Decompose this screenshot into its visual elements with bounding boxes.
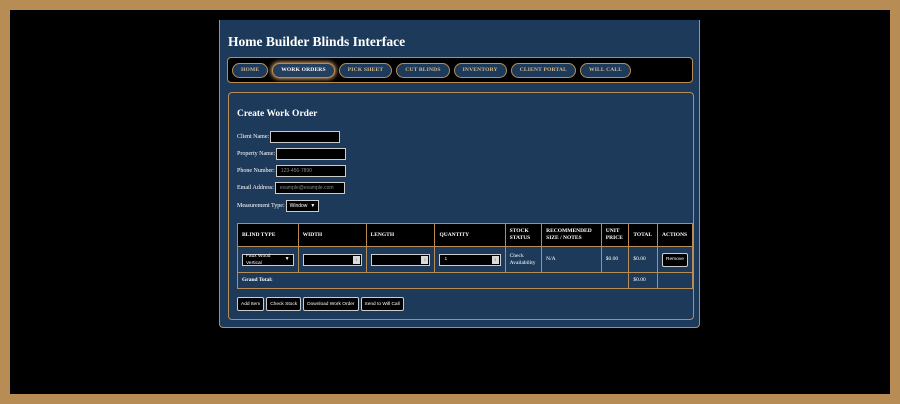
width-cell: ↕	[297, 246, 367, 273]
email-row: Email Address: example@example.com	[237, 182, 345, 194]
send-to-will-call-button[interactable]: Send to Will Call	[360, 297, 404, 311]
nav-client-portal[interactable]: CLIENT PORTAL	[510, 62, 577, 78]
phone-row: Phone Number: 123-456-7890	[237, 165, 346, 177]
actions-bar: Add Item Check Stock Download Work Order…	[237, 297, 404, 311]
check-stock-button[interactable]: Check Stock	[266, 297, 302, 311]
page-frame: Home Builder Blinds Interface HOME WORK …	[10, 10, 890, 394]
nav-will-call[interactable]: WILL CALL	[580, 62, 632, 78]
grand-total-empty	[657, 272, 693, 289]
property-name-input[interactable]	[276, 148, 347, 160]
quantity-cell: 1 ↕	[434, 246, 506, 273]
length-cell: ↕	[365, 246, 436, 273]
chevron-down-icon: ▼	[310, 203, 316, 209]
recommended-cell: N/A	[541, 246, 602, 273]
app-title: Home Builder Blinds Interface	[228, 34, 406, 49]
spinner-icon[interactable]: ↕	[491, 255, 499, 264]
work-order-panel: Create Work Order Client Name: Property …	[228, 92, 694, 320]
measurement-select[interactable]: Window ▼	[285, 200, 320, 212]
header-total: TOTAL	[628, 223, 659, 247]
grand-total-row: Grand Total: $0.00	[236, 272, 693, 289]
header-actions: ACTIONS	[657, 223, 693, 247]
add-item-button[interactable]: Add Item	[237, 297, 265, 311]
app-container: Home Builder Blinds Interface HOME WORK …	[219, 20, 700, 328]
download-work-order-button[interactable]: Download Work Order	[303, 297, 359, 311]
blind-type-cell: Faux Wood Vertical ▼	[237, 246, 299, 273]
quantity-input[interactable]: 1 ↕	[439, 253, 501, 266]
stock-status-cell: Check Availability	[504, 246, 543, 273]
phone-input[interactable]: 123-456-7890	[275, 165, 346, 177]
grand-total-label: Grand Total:	[236, 272, 630, 289]
blind-type-value: Faux Wood Vertical	[246, 253, 271, 266]
header-unit-price: UNIT PRICE	[600, 223, 630, 247]
items-table: BLIND TYPE WIDTH LENGTH QUANTITY STOCK S…	[236, 223, 693, 289]
email-input[interactable]: example@example.com	[274, 182, 345, 194]
panel-title: Create Work Order	[237, 109, 318, 119]
measurement-label: Measurement Type:	[237, 203, 285, 209]
header-recommended: RECOMMENDED SIZE / NOTES	[541, 223, 602, 247]
property-name-row: Property Name:	[237, 148, 347, 160]
grand-total-value: $0.00	[628, 272, 659, 289]
total-cell: $0.00	[628, 246, 659, 273]
spinner-icon[interactable]: ↕	[421, 255, 429, 264]
nav-pick-sheet[interactable]: PICK SHEET	[338, 62, 393, 78]
header-blind-type: BLIND TYPE	[237, 223, 299, 247]
quantity-value: 1	[444, 257, 448, 262]
measurement-value: Window	[289, 203, 308, 209]
actions-cell: Remove	[657, 246, 693, 273]
header-stock-status: STOCK STATUS	[504, 223, 543, 247]
width-input[interactable]: ↕	[302, 253, 362, 266]
blind-type-select[interactable]: Faux Wood Vertical ▼	[242, 253, 294, 266]
email-label: Email Address:	[237, 185, 274, 191]
length-input[interactable]: ↕	[370, 253, 431, 266]
phone-label: Phone Number:	[237, 168, 275, 174]
header-length: LENGTH	[365, 223, 436, 247]
nav-cut-blinds[interactable]: CUT BLINDS	[396, 62, 450, 78]
client-name-row: Client Name:	[237, 131, 341, 143]
table-row: Faux Wood Vertical ▼ ↕ ↕ 1 ↕ Check Avail…	[237, 246, 693, 273]
chevron-down-icon: ▼	[284, 256, 290, 262]
spinner-icon[interactable]: ↕	[352, 255, 360, 264]
property-name-label: Property Name:	[237, 151, 276, 157]
header-width: WIDTH	[297, 223, 367, 247]
nav-home[interactable]: HOME	[232, 62, 269, 78]
measurement-row: Measurement Type: Window ▼	[237, 200, 320, 212]
nav-work-orders[interactable]: WORK ORDERS	[272, 62, 335, 78]
client-name-input[interactable]	[270, 131, 341, 143]
table-header-row: BLIND TYPE WIDTH LENGTH QUANTITY STOCK S…	[237, 223, 693, 247]
nav-inventory[interactable]: INVENTORY	[453, 62, 507, 78]
header-quantity: QUANTITY	[434, 223, 506, 247]
client-name-label: Client Name:	[237, 134, 270, 140]
main-nav: HOME WORK ORDERS PICK SHEET CUT BLINDS I…	[227, 57, 693, 83]
unit-price-cell: $0.00	[600, 246, 630, 273]
remove-button[interactable]: Remove	[662, 252, 688, 267]
